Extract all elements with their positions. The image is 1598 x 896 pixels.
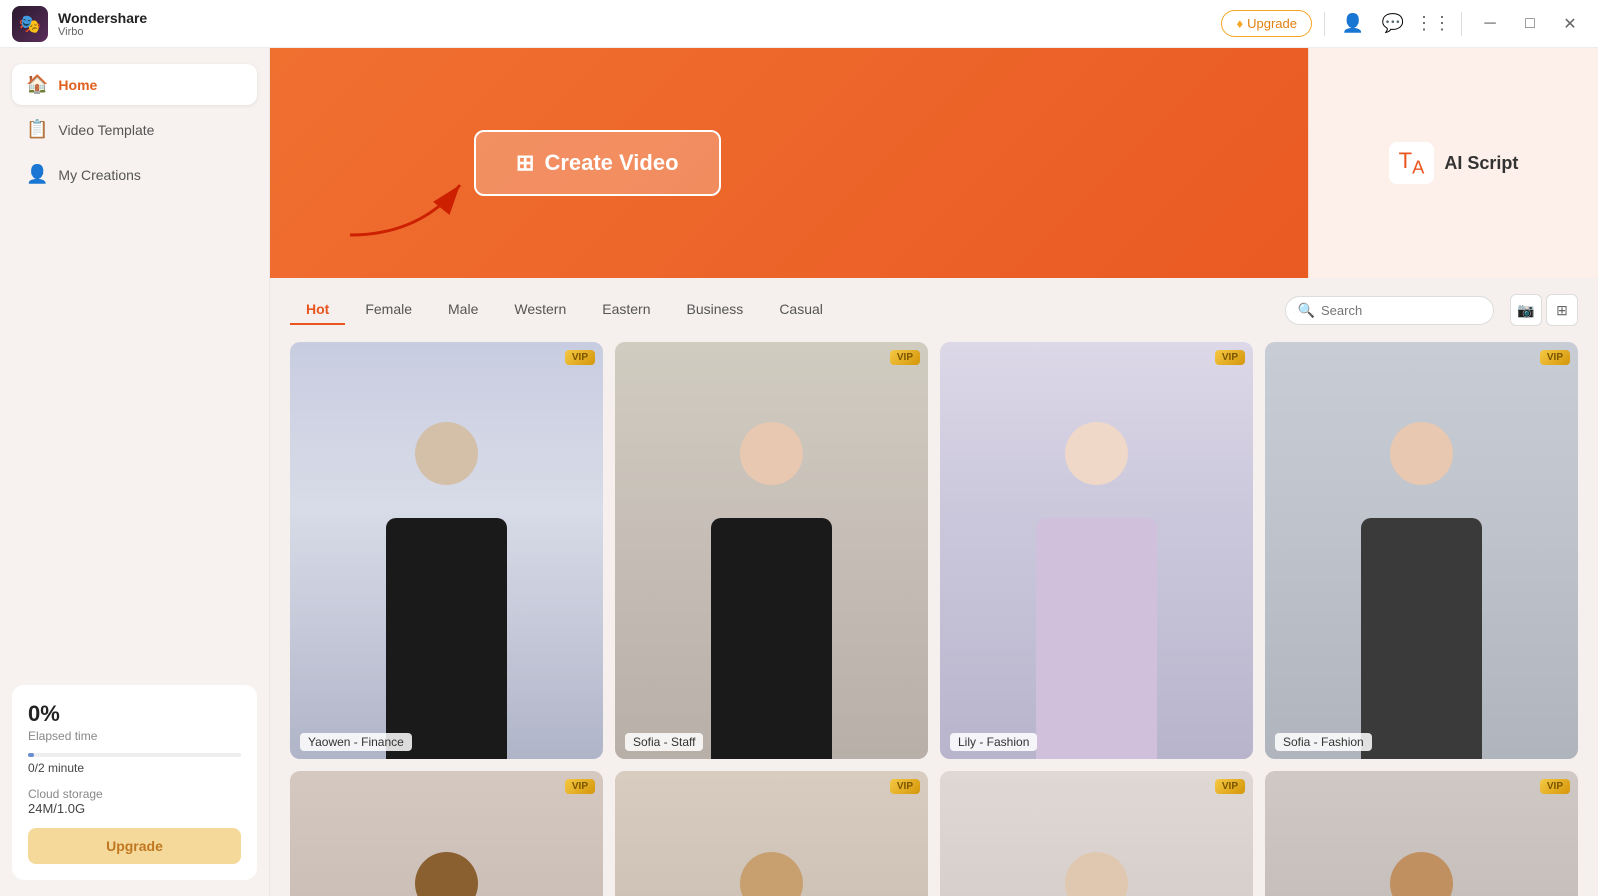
avatar-bg: VIP (615, 771, 928, 896)
sidebar-bottom: 0% Elapsed time 0/2 minute Cloud storage… (12, 685, 257, 880)
avatar-name-sofia-staff: Sofia - Staff (625, 733, 703, 751)
home-icon: 🏠 (26, 74, 48, 95)
upgrade-card-button[interactable]: Upgrade (28, 828, 241, 864)
filter-tab-business[interactable]: Business (671, 295, 760, 325)
vip-badge: VIP (1215, 779, 1245, 794)
avatar-figure (971, 405, 1221, 760)
progress-bar (28, 753, 241, 757)
avatar-figure (1296, 834, 1546, 896)
sidebar: 🏠 Home 📋 Video Template 👤 My Creations 0… (0, 48, 270, 896)
avatar-bg: VIP Sofia - Staff (615, 342, 928, 759)
ai-script-panel[interactable]: TA AI Script (1308, 48, 1598, 278)
avatar-figure (971, 834, 1221, 896)
avatar-bg: VIP (940, 771, 1253, 896)
avatar-bg: VIP (1265, 771, 1578, 896)
app-logo: 🎭 (12, 6, 48, 42)
usage-label: Elapsed time (28, 729, 241, 743)
avatar-name-lily: Lily - Fashion (950, 733, 1037, 751)
vip-badge: VIP (565, 350, 595, 365)
storage-value: 24M/1.0G (28, 801, 241, 816)
chat-icon[interactable]: 💬 (1377, 8, 1409, 40)
avatar-figure (646, 405, 896, 760)
avatar-card-6[interactable]: VIP (615, 771, 928, 896)
avatar-card-5[interactable]: VIP (290, 771, 603, 896)
ai-script-icon: TA (1389, 142, 1435, 184)
usage-time: 0/2 minute (28, 761, 241, 775)
filter-search: 🔍 📷 ⊞ (1285, 294, 1578, 326)
progress-fill (28, 753, 34, 757)
search-box: 🔍 (1285, 296, 1494, 325)
vip-badge: VIP (1215, 350, 1245, 365)
avatar-grid: VIP Yaowen - Finance VIP (290, 342, 1578, 896)
create-video-label: Create Video (544, 150, 678, 176)
avatar-figure (321, 834, 571, 896)
avatar-card-8[interactable]: VIP (1265, 771, 1578, 896)
title-bar-actions: ♦ Upgrade 👤 💬 ⋮⋮ ─ □ ✕ (1221, 8, 1586, 40)
avatar-figure (321, 405, 571, 760)
grid-icon[interactable]: ⋮⋮ (1417, 8, 1449, 40)
vip-badge: VIP (890, 350, 920, 365)
avatar-bg: VIP Lily - Fashion (940, 342, 1253, 759)
filter-tab-male[interactable]: Male (432, 295, 494, 325)
vip-badge: VIP (1540, 779, 1570, 794)
minimize-button[interactable]: ─ (1474, 8, 1506, 40)
avatar-card-sofia-staff[interactable]: VIP Sofia - Staff (615, 342, 928, 759)
sidebar-item-my-creations[interactable]: 👤 My Creations (12, 154, 257, 195)
usage-card: 0% Elapsed time 0/2 minute Cloud storage… (12, 685, 257, 880)
divider (1324, 12, 1325, 36)
title-bar: 🎭 Wondershare Virbo ♦ Upgrade 👤 💬 ⋮⋮ ─ □… (0, 0, 1598, 48)
app-brand: 🎭 Wondershare Virbo (0, 0, 159, 48)
user-icon[interactable]: 👤 (1337, 8, 1369, 40)
filter-tab-eastern[interactable]: Eastern (586, 295, 666, 325)
avatar-bg: VIP Yaowen - Finance (290, 342, 603, 759)
sidebar-item-creations-label: My Creations (58, 167, 140, 183)
vip-badge: VIP (890, 779, 920, 794)
app-name-sub: Virbo (58, 26, 147, 38)
avatar-bg: VIP Sofia - Fashion (1265, 342, 1578, 759)
avatar-figure (646, 834, 896, 896)
avatar-card-7[interactable]: VIP (940, 771, 1253, 896)
avatar-section: Hot Female Male Western Eastern Business… (270, 278, 1598, 896)
creations-icon: 👤 (26, 164, 48, 185)
avatar-figure (1296, 405, 1546, 760)
filter-tab-female[interactable]: Female (349, 295, 428, 325)
banner: ⊞ Create Video TA AI Script (270, 48, 1598, 278)
grid-view-icon[interactable]: ⊞ (1546, 294, 1578, 326)
avatar-card-lily[interactable]: VIP Lily - Fashion (940, 342, 1253, 759)
search-icon: 🔍 (1298, 302, 1315, 319)
storage-label: Cloud storage (28, 787, 241, 801)
ai-script-label: AI Script (1444, 153, 1518, 174)
diamond-icon: ♦ (1236, 16, 1243, 31)
filter-tab-western[interactable]: Western (498, 295, 582, 325)
sidebar-item-home-label: Home (58, 77, 97, 93)
sidebar-item-video-template[interactable]: 📋 Video Template (12, 109, 257, 150)
camera-view-icon[interactable]: 📷 (1510, 294, 1542, 326)
main-layout: 🏠 Home 📋 Video Template 👤 My Creations 0… (0, 48, 1598, 896)
avatar-name-yaowen: Yaowen - Finance (300, 733, 412, 751)
sidebar-item-template-label: Video Template (58, 122, 154, 138)
avatar-bg: VIP (290, 771, 603, 896)
template-icon: 📋 (26, 119, 48, 140)
app-name-title: Wondershare (58, 10, 147, 26)
vip-badge: VIP (1540, 350, 1570, 365)
search-input[interactable] (1321, 303, 1481, 318)
maximize-button[interactable]: □ (1514, 8, 1546, 40)
view-icons: 📷 ⊞ (1510, 294, 1578, 326)
filter-bar: Hot Female Male Western Eastern Business… (290, 294, 1578, 326)
filter-tab-casual[interactable]: Casual (763, 295, 839, 325)
avatar-card-sofia-fashion[interactable]: VIP Sofia - Fashion (1265, 342, 1578, 759)
sidebar-item-home[interactable]: 🏠 Home (12, 64, 257, 105)
vip-badge: VIP (565, 779, 595, 794)
divider2 (1461, 12, 1462, 36)
filter-tab-hot[interactable]: Hot (290, 295, 345, 325)
close-button[interactable]: ✕ (1554, 8, 1586, 40)
avatar-card-yaowen[interactable]: VIP Yaowen - Finance (290, 342, 603, 759)
avatar-name-sofia-fashion: Sofia - Fashion (1275, 733, 1372, 751)
app-name: Wondershare Virbo (58, 10, 147, 38)
usage-percent: 0% (28, 701, 241, 727)
upgrade-button[interactable]: ♦ Upgrade (1221, 10, 1312, 37)
content-area: ⊞ Create Video TA AI Script Hot Female M… (270, 48, 1598, 896)
